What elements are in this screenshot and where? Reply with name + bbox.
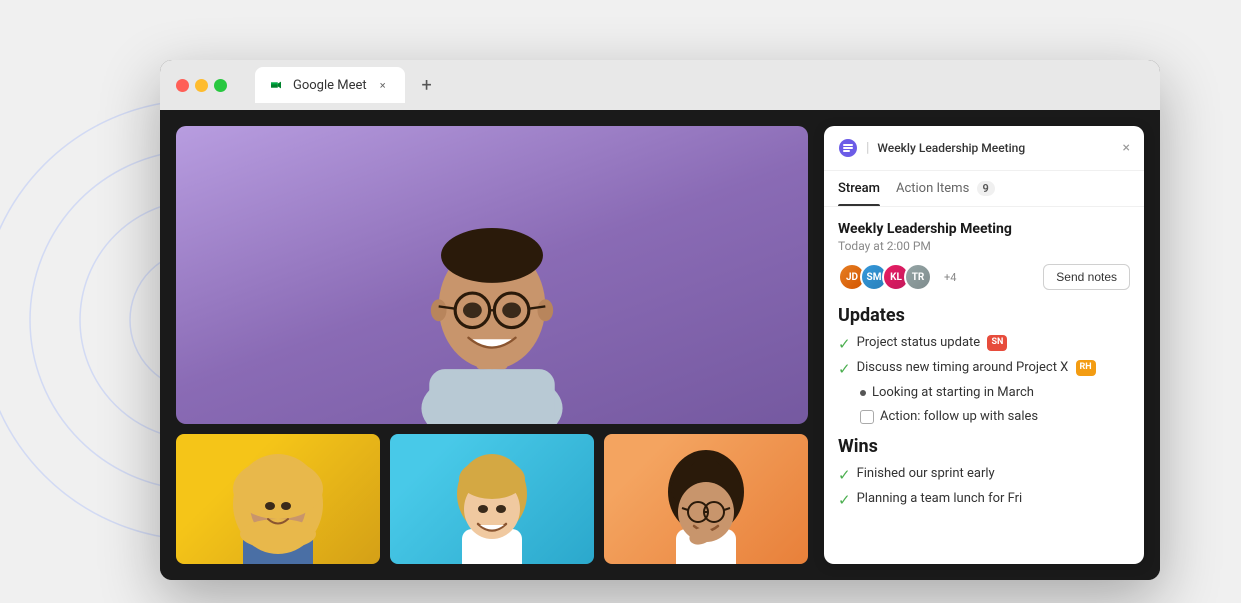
avatar-4: TR: [904, 263, 932, 291]
notes-header-title: Weekly Leadership Meeting: [877, 141, 1025, 155]
thumbnail-1: [176, 434, 380, 564]
action-checkbox-1[interactable]: [860, 410, 874, 424]
thumbnail-3: [604, 434, 808, 564]
main-video: [176, 126, 808, 424]
note-item-1: ✓ Project status update SN: [838, 334, 1130, 353]
action-items-badge: 9: [977, 181, 995, 196]
check-icon-1: ✓: [838, 335, 851, 353]
user-badge-rh: RH: [1076, 360, 1096, 376]
tab-close-button[interactable]: ×: [375, 77, 391, 93]
notes-header-left: | Weekly Leadership Meeting: [838, 138, 1115, 158]
tab-bar: Google Meet × +: [255, 67, 1144, 103]
attendees-avatars: JD SM KL TR: [838, 263, 932, 291]
thumbnail-row: [176, 434, 808, 564]
note-text-1: Project status update SN: [857, 334, 1130, 352]
new-tab-button[interactable]: +: [413, 71, 441, 99]
note-item-6: ✓ Planning a team lunch for Fri: [838, 490, 1130, 509]
check-icon-4: ✓: [838, 491, 851, 509]
meeting-time: Today at 2:00 PM: [838, 239, 1130, 253]
check-icon-2: ✓: [838, 360, 851, 378]
tab-action-items[interactable]: Action Items 9: [896, 171, 995, 206]
main-participant-avatar: [176, 126, 808, 424]
wins-section-title: Wins: [838, 436, 1130, 457]
browser-chrome: Google Meet × +: [160, 60, 1160, 110]
user-badge-sn: SN: [987, 335, 1007, 351]
check-icon-3: ✓: [838, 466, 851, 484]
tab-label: Google Meet: [293, 78, 367, 93]
note-item-2: ✓ Discuss new timing around Project X RH: [838, 359, 1130, 378]
thumbnail-2: [390, 434, 594, 564]
participant-3-avatar: [604, 434, 808, 564]
maximize-traffic-light[interactable]: [214, 79, 227, 92]
browser-content: | Weekly Leadership Meeting × Stream Act…: [160, 110, 1160, 580]
attendees-row: JD SM KL TR +4 Send notes: [838, 263, 1130, 291]
close-traffic-light[interactable]: [176, 79, 189, 92]
note-text-2: Discuss new timing around Project X RH: [857, 359, 1130, 377]
google-meet-favicon: [269, 77, 285, 93]
bullet-dot-1: [860, 390, 866, 396]
extra-attendees-count: +4: [944, 271, 956, 284]
send-notes-button[interactable]: Send notes: [1043, 264, 1130, 290]
participant-1-avatar: [176, 434, 380, 564]
updates-section-title: Updates: [838, 305, 1130, 326]
participant-2-avatar: [390, 434, 594, 564]
note-item-3: Looking at starting in March: [860, 384, 1130, 402]
browser-window: Google Meet × +: [160, 60, 1160, 580]
traffic-lights: [176, 79, 227, 92]
note-item-4: Action: follow up with sales: [860, 408, 1130, 426]
note-item-5: ✓ Finished our sprint early: [838, 465, 1130, 484]
main-video-background: [176, 126, 808, 424]
tab-stream[interactable]: Stream: [838, 171, 880, 206]
notes-header-separator: |: [866, 140, 869, 156]
meeting-title: Weekly Leadership Meeting: [838, 221, 1130, 237]
notes-panel: | Weekly Leadership Meeting × Stream Act…: [824, 126, 1144, 564]
notes-app-icon: [838, 138, 858, 158]
google-meet-tab[interactable]: Google Meet ×: [255, 67, 405, 103]
notes-tabs: Stream Action Items 9: [824, 171, 1144, 207]
video-area: [160, 110, 824, 580]
minimize-traffic-light[interactable]: [195, 79, 208, 92]
notes-panel-header: | Weekly Leadership Meeting ×: [824, 126, 1144, 171]
notes-body: Weekly Leadership Meeting Today at 2:00 …: [824, 207, 1144, 564]
notes-close-button[interactable]: ×: [1123, 140, 1130, 156]
